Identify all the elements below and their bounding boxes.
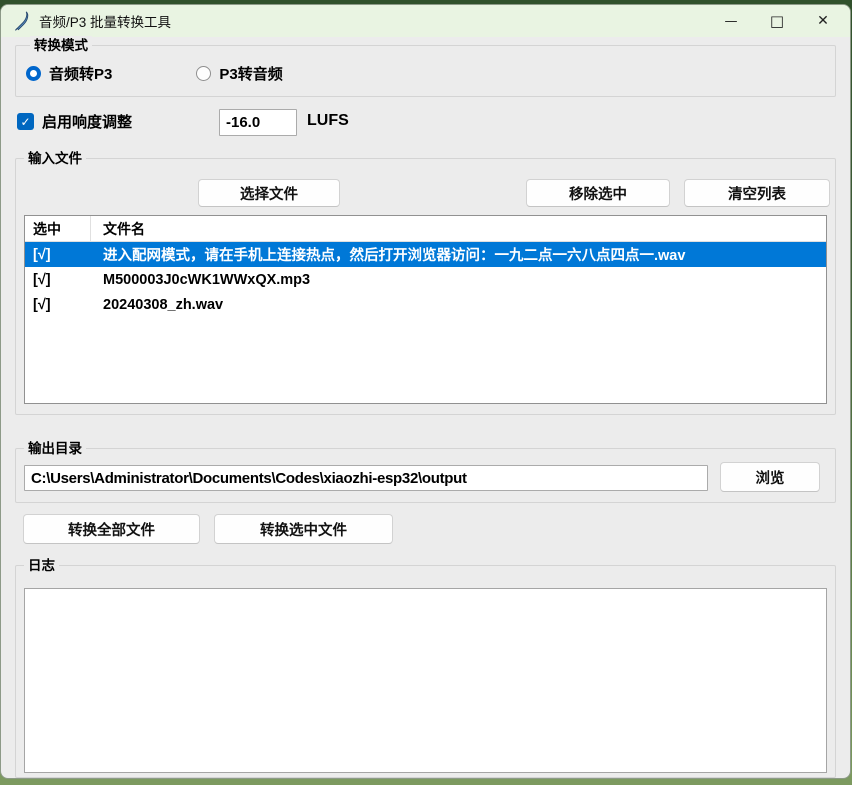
lufs-unit-label: LUFS: [307, 112, 349, 130]
header-filename-column[interactable]: 文件名: [91, 219, 145, 239]
radio-p3-to-audio[interactable]: P3转音频: [196, 63, 282, 84]
row-checked-cell: [√]: [25, 272, 91, 288]
input-files-group: 输入文件 选择文件 移除选中 清空列表 选中 文件名 [√] 进入配网模式，请在…: [15, 158, 836, 415]
row-filename-cell: 进入配网模式，请在手机上连接热点，然后打开浏览器访问：一九二点一六八点四点一.w…: [91, 244, 826, 265]
output-path-input[interactable]: [24, 465, 708, 491]
clear-list-button[interactable]: 清空列表: [684, 179, 830, 207]
row-checked-cell: [√]: [25, 247, 91, 263]
maximize-button[interactable]: □: [754, 5, 800, 37]
log-label: 日志: [24, 556, 59, 575]
window-controls: — □ ✕: [708, 5, 850, 37]
convert-all-button[interactable]: 转换全部文件: [23, 514, 200, 544]
radio-audio-to-p3[interactable]: 音频转P3: [26, 63, 112, 84]
window-title: 音频/P3 批量转换工具: [39, 11, 171, 31]
table-row[interactable]: [√] 20240308_zh.wav: [25, 292, 826, 317]
output-directory-label: 输出目录: [24, 439, 86, 458]
minimize-button[interactable]: —: [708, 5, 754, 37]
browse-button[interactable]: 浏览: [720, 462, 820, 492]
convert-selected-button[interactable]: 转换选中文件: [214, 514, 393, 544]
checkbox-checked-icon: ✓: [17, 113, 34, 130]
titlebar[interactable]: 音频/P3 批量转换工具 — □ ✕: [1, 5, 850, 37]
row-filename-cell: 20240308_zh.wav: [91, 297, 826, 313]
table-row[interactable]: [√] M500003J0cWK1WWxQX.mp3: [25, 267, 826, 292]
remove-selected-button[interactable]: 移除选中: [526, 179, 670, 207]
loudness-checkbox-label: 启用响度调整: [42, 111, 132, 132]
select-files-button[interactable]: 选择文件: [198, 179, 340, 207]
close-button[interactable]: ✕: [800, 5, 846, 37]
loudness-checkbox[interactable]: ✓ 启用响度调整: [17, 111, 132, 132]
conversion-mode-group: 转换模式 音频转P3 P3转音频: [15, 45, 836, 97]
radio-unselected-icon: [196, 66, 211, 81]
radio-p3-to-audio-label: P3转音频: [219, 63, 282, 84]
file-list-table: 选中 文件名 [√] 进入配网模式，请在手机上连接热点，然后打开浏览器访问：一九…: [24, 215, 827, 404]
output-directory-group: 输出目录 浏览: [15, 448, 836, 503]
log-text-area[interactable]: [24, 588, 827, 773]
header-checked-column[interactable]: 选中: [25, 216, 91, 241]
table-row[interactable]: [√] 进入配网模式，请在手机上连接热点，然后打开浏览器访问：一九二点一六八点四…: [25, 242, 826, 267]
radio-selected-icon: [26, 66, 41, 81]
conversion-mode-options: 音频转P3 P3转音频: [26, 63, 367, 84]
row-checked-cell: [√]: [25, 297, 91, 313]
app-window: 音频/P3 批量转换工具 — □ ✕ 转换模式 音频转P3 P3转音频 ✓ 启用…: [0, 4, 851, 779]
row-filename-cell: M500003J0cWK1WWxQX.mp3: [91, 272, 826, 288]
file-table-header: 选中 文件名: [25, 216, 826, 242]
radio-audio-to-p3-label: 音频转P3: [49, 63, 112, 84]
input-files-label: 输入文件: [24, 149, 86, 168]
tk-feather-app-icon: [14, 11, 30, 31]
lufs-value-input[interactable]: [219, 109, 297, 136]
log-group: 日志: [15, 565, 836, 778]
loudness-row: ✓ 启用响度调整 LUFS: [1, 108, 850, 138]
conversion-mode-label: 转换模式: [30, 36, 92, 55]
